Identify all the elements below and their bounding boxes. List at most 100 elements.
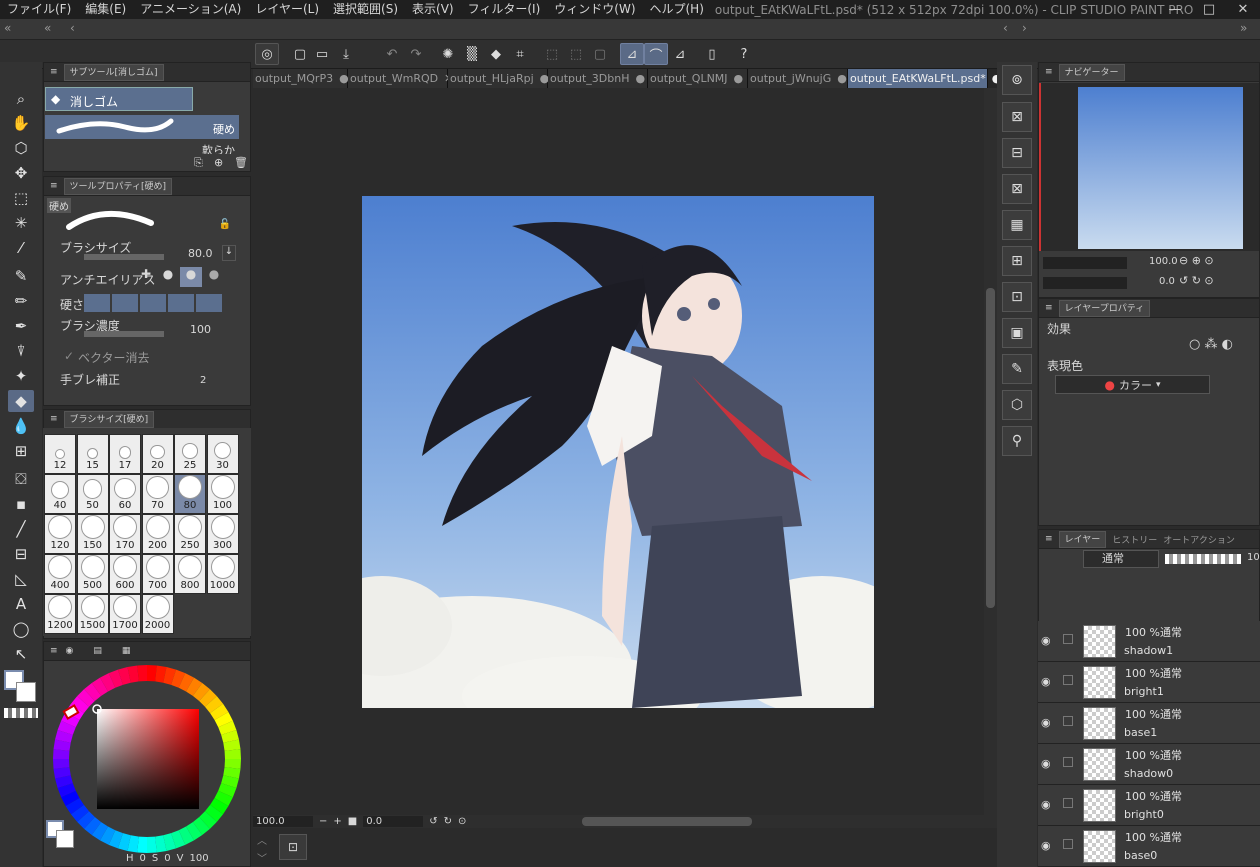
density-value[interactable]: 100 [190,323,211,336]
color-sub-swatch[interactable] [56,830,74,848]
color-slider-tab-icon[interactable]: ▤ [93,646,102,656]
layer-row[interactable]: ◉ 100 %通常 shadow0 [1038,744,1260,785]
new-file-icon[interactable]: ▢ [288,43,312,65]
lock-icon[interactable]: 🔓 [219,219,231,230]
deselect-icon[interactable]: ⬚ [540,43,564,65]
layer-row[interactable]: ◉ 100 %通常 base1 [1038,703,1260,744]
brush-size-70[interactable]: 70 [141,474,174,514]
collapse-right-icon[interactable]: ‹ [1003,21,1008,35]
menu-icon[interactable]: ≡ [1045,303,1053,313]
magic-wand-icon[interactable]: ✳ [8,212,34,234]
density-slider[interactable] [84,331,164,337]
save-icon[interactable]: ⤓ [334,43,358,65]
brush-size-600[interactable]: 600 [109,554,141,594]
tab-doc-2[interactable]: output_WmRQD✕ [348,69,453,88]
pencil-tool-icon[interactable]: ✏ [8,290,34,312]
collapse-right2-icon[interactable]: › [1022,21,1027,35]
figure-icon[interactable]: ⚲ [1002,426,1032,456]
layout-icon[interactable]: ⊡ [279,834,307,860]
close-button[interactable]: ✕ [1226,0,1260,19]
hardness-selector[interactable] [84,294,222,312]
menu-icon[interactable]: ≡ [50,181,58,191]
brush-size-2000[interactable]: 2000 [141,594,174,634]
rotate-right-icon[interactable]: ↻ [444,816,452,827]
loading-icon[interactable]: ✺ [436,43,460,65]
layer-lock-checkbox[interactable] [1063,675,1073,685]
color-set-tab-icon[interactable]: ▦ [122,646,131,656]
brush-size-slider[interactable] [84,254,164,260]
eraser-tool-icon[interactable]: ◆ [8,390,34,412]
subtool-tab[interactable]: サブツール[消しゴム] [63,63,164,81]
brush-size-100[interactable]: 100 [206,474,239,514]
tab-doc-1[interactable]: output_MQrP3 ● [253,69,349,88]
eyedropper-icon[interactable]: ⁄ [8,237,34,259]
pressure-icon[interactable]: ↓ [222,245,236,261]
collapse-left2-icon[interactable]: « [44,21,51,35]
help-icon[interactable]: ? [732,43,756,65]
brush-size-25[interactable]: 25 [174,434,206,474]
menu-icon[interactable]: ≡ [50,67,58,77]
menu-icon[interactable]: ≡ [1045,67,1053,77]
opacity-value[interactable]: 100 [1247,552,1260,563]
clear-icon[interactable]: ▒ [460,43,484,65]
fill-layer-icon[interactable]: ▦ [1002,210,1032,240]
brush-size-17[interactable]: 17 [109,434,141,474]
menu-help[interactable]: ヘルプ(H) [643,0,711,19]
nav-rotate-icon[interactable]: ↺ ↻ ⊙ [1179,274,1214,287]
brush-preset-soft[interactable]: 軟らか [45,140,239,154]
selection-tool-icon[interactable]: ⬚ [8,187,34,209]
delete-layer-icon[interactable]: ⊠ [1002,174,1032,204]
navigator-angle-value[interactable]: 0.0 [1159,276,1175,287]
vertical-scroll-thumb[interactable] [986,288,995,608]
transform-layer-icon[interactable]: ⊡ [1002,282,1032,312]
antialias-none-icon[interactable]: ✚ [136,267,156,287]
pen-tool-icon[interactable]: ✎ [8,265,34,287]
brush-preset-hard[interactable]: 硬め [45,115,239,139]
vector-erase-check-icon[interactable]: ✓ [64,349,74,363]
mask-layer-icon[interactable]: ▣ [1002,318,1032,348]
minimize-button[interactable]: — [1158,0,1192,19]
brush-size-40[interactable]: 40 [44,474,76,514]
auto-action-tab[interactable]: オートアクション [1163,533,1235,546]
transparent-color-swatch[interactable] [4,708,38,718]
zoom-out-icon[interactable]: − [319,816,327,827]
eye-icon[interactable]: ◉ [1041,757,1051,770]
brush-size-1700[interactable]: 1700 [109,594,141,634]
hand-tool-icon[interactable]: ✋ [8,112,34,134]
reference-layer-icon[interactable]: ⊚ [1002,65,1032,95]
toolprop-tab[interactable]: ツールプロパティ[硬め] [63,177,173,195]
brush-size-50[interactable]: 50 [76,474,109,514]
layer-row[interactable]: ◉ 100 %通常 base0 [1038,826,1260,867]
brush-size-250[interactable]: 250 [174,514,206,554]
app-logo-icon[interactable]: ◎ [255,43,279,65]
line-tool-icon[interactable]: ╱ [8,518,34,540]
redo-icon[interactable]: ↷ [404,43,428,65]
expand-up-icon[interactable]: ︿ [257,832,267,847]
snap-grid-icon[interactable]: ⊿ [668,43,692,65]
airbrush-tool-icon[interactable]: ⍒ [8,340,34,362]
menu-selection[interactable]: 選択範囲(S) [326,0,405,19]
edit-layer-icon[interactable]: ✎ [1002,354,1032,384]
layer-lock-checkbox[interactable] [1063,839,1073,849]
stabilizer-value[interactable]: 2 [200,375,206,386]
vertical-scrollbar[interactable] [984,88,997,815]
brush-size-200[interactable]: 200 [141,514,174,554]
tab-doc-4[interactable]: output_3DbnH ● [548,69,648,88]
brush-size-150[interactable]: 150 [76,514,109,554]
rotate-left-icon[interactable]: ↺ [429,816,437,827]
brushsize-tab[interactable]: ブラシサイズ[硬め] [63,410,155,428]
nav-zoom-out-icon[interactable]: ⊖ ⊕ ⊙ [1179,254,1214,267]
snap-special-icon[interactable]: ⌒ [644,43,668,65]
navigator-tab[interactable]: ナビゲーター [1058,63,1125,81]
delete-subtool-icon[interactable]: 🗑 [234,156,248,169]
brush-size-30[interactable]: 30 [206,434,239,474]
blend-mode-select[interactable]: 通常 [1083,550,1159,568]
gradient-tool-icon[interactable]: ▪ [8,493,34,515]
antialias-strong-icon[interactable]: ● [204,267,224,287]
brush-size-1200[interactable]: 1200 [44,594,76,634]
collapse-left-icon[interactable]: « [4,21,11,35]
tab-doc-5[interactable]: output_QLNMJ ● [648,69,748,88]
crop-icon[interactable]: ▢ [588,43,612,65]
zoom-tool-icon[interactable]: ⌕ [8,88,34,110]
brush-size-700[interactable]: 700 [141,554,174,594]
